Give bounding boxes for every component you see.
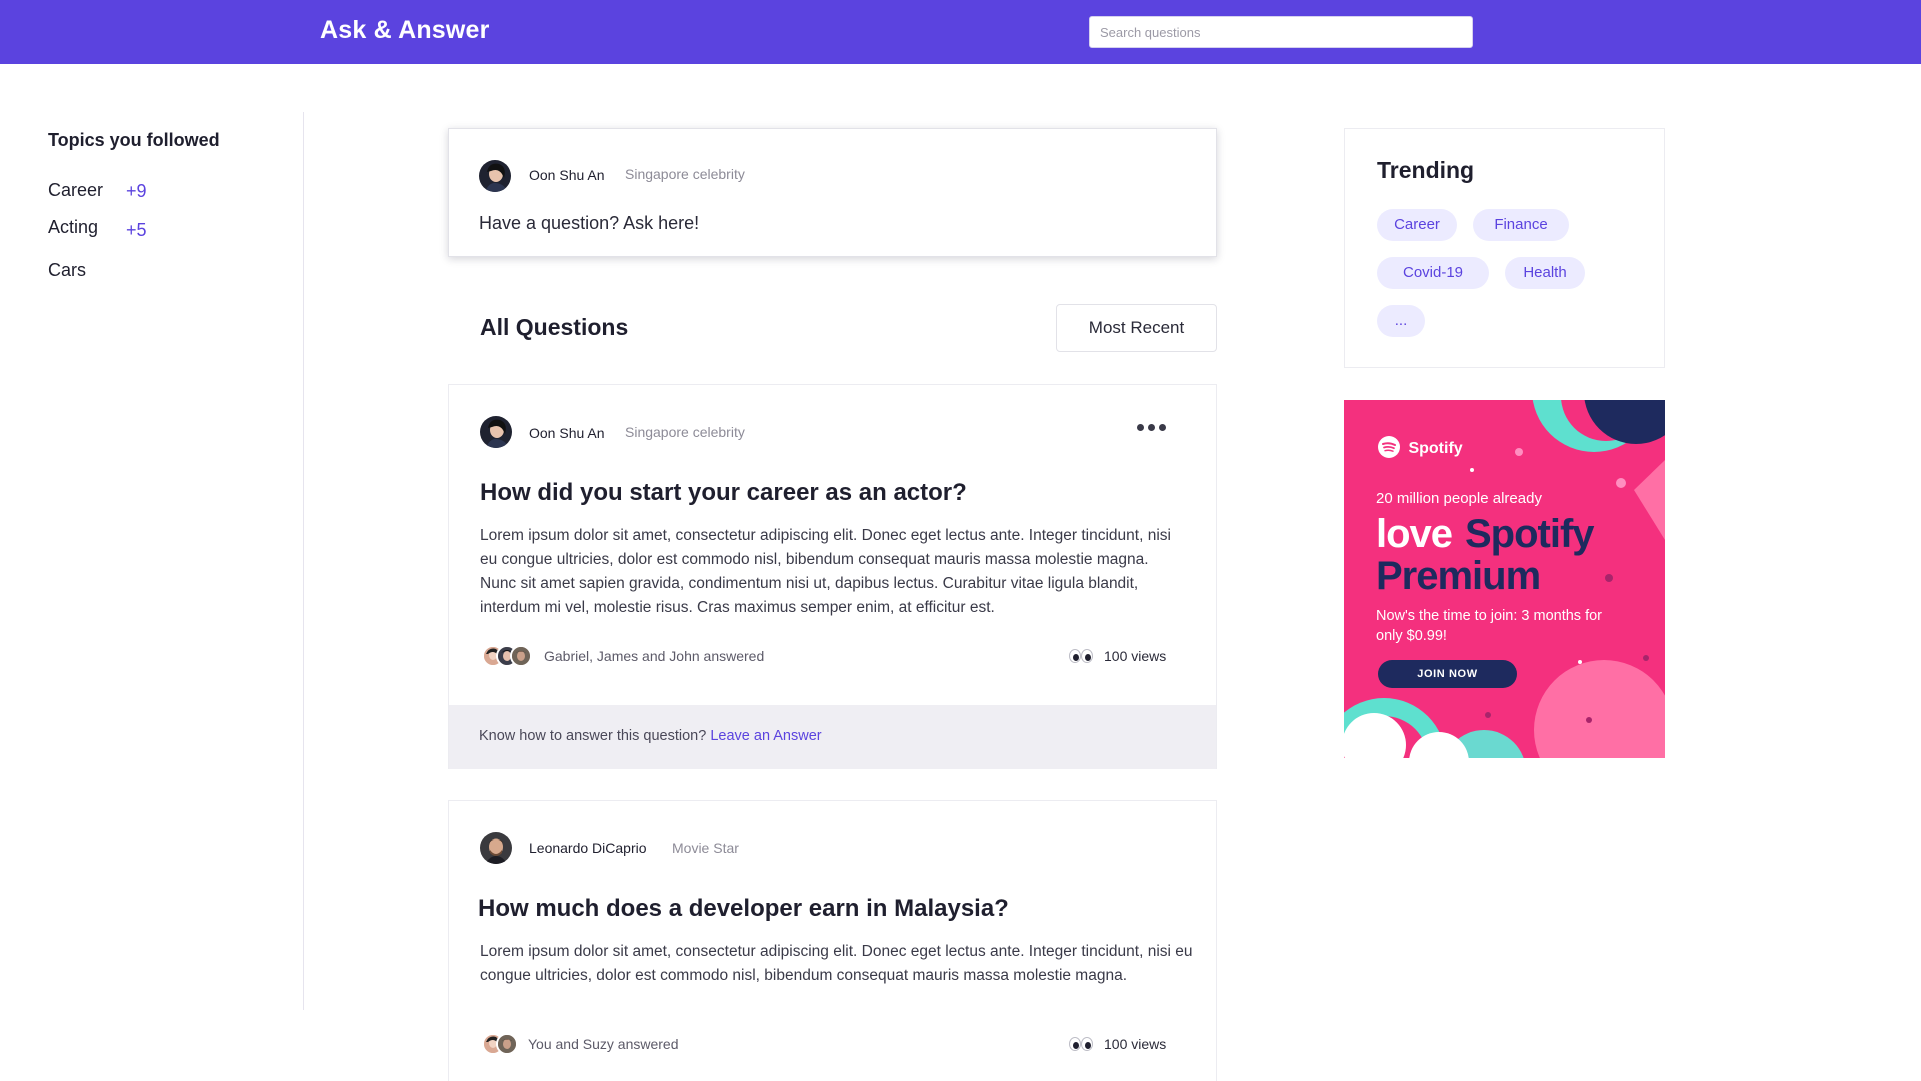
app-logo-title[interactable]: Ask & Answer [320,16,490,45]
author-name[interactable]: Oon Shu An [529,425,605,441]
ad-headline-premium: Premium [1376,554,1541,598]
more-options-icon[interactable] [1137,421,1169,435]
answer-prompt-text: Know how to answer this question? [479,728,707,744]
all-questions-heading: All Questions [480,314,629,340]
avatar [510,645,532,667]
answerer-avatars [482,1033,522,1055]
answer-prompt-bar: Know how to answer this question? Leave … [449,705,1216,769]
topic-label: Cars [48,260,87,280]
avatar[interactable] [480,416,512,448]
avatar[interactable] [479,160,511,192]
question-body: Lorem ipsum dolor sit amet, consectetur … [480,527,1171,616]
answerer-avatars [482,645,536,667]
topic-label: Acting [48,217,99,237]
sidebar-topic-cars[interactable]: Cars [48,260,248,286]
topic-new-count-badge: +9 [126,181,147,201]
sidebar-topic-acting[interactable]: Acting +5 [48,217,248,243]
sidebar-topic-career[interactable]: Career +9 [48,180,248,206]
spotify-icon [1378,436,1400,458]
leave-answer-link[interactable]: Leave an Answer [710,728,821,744]
avatar [496,1033,518,1055]
ad-tagline: 20 million people already [1376,490,1542,507]
view-count: 100 views [1104,1036,1167,1052]
author-name[interactable]: Oon Shu An [529,167,605,183]
topic-new-count-badge: +5 [126,220,147,240]
spotify-logo: Spotify [1378,436,1463,458]
spotify-advertisement[interactable]: Spotify 20 million people already love S… [1344,400,1665,758]
answer-prompt-row: Know how to answer this question? Leave … [479,728,822,744]
trending-tag-health[interactable]: Health [1505,257,1585,289]
avatar[interactable] [480,832,512,864]
author-name[interactable]: Leonardo DiCaprio [529,840,647,856]
ad-offer-text: Now's the time to join: 3 months for onl… [1376,608,1603,644]
author-role: Singapore celebrity [625,424,745,440]
trending-tag-covid-19[interactable]: Covid-19 [1377,257,1489,289]
top-navigation-bar: Ask & Answer [0,0,1921,64]
author-role: Movie Star [672,840,739,856]
trending-more-button[interactable]: ... [1377,305,1425,337]
ad-headline-spotify: Spotify [1465,512,1595,556]
ad-headline-love: love [1376,512,1453,556]
question-card: Oon Shu An Singapore celebrity How did y… [448,384,1217,769]
trending-panel: Trending Career Finance Covid-19 Health … [1344,128,1665,368]
question-card: Leonardo DiCaprio Movie Star How much do… [448,800,1217,1081]
view-count: 100 views [1104,648,1167,664]
ask-question-prompt[interactable]: Have a question? Ask here! [479,213,699,234]
sidebar-title: Topics you followed [48,130,220,150]
join-now-button[interactable]: JOIN NOW [1378,660,1517,688]
topic-label: Career [48,180,104,200]
answered-by-text: Gabriel, James and John answered [544,648,765,664]
trending-heading: Trending [1377,157,1475,183]
ask-question-composer[interactable]: Oon Shu An Singapore celebrity Have a qu… [448,128,1217,257]
sidebar-divider [303,112,304,1010]
followed-topics-sidebar: Topics you followed [48,130,288,151]
answered-by-text: You and Suzy answered [528,1036,679,1052]
sort-dropdown-button[interactable]: Most Recent [1056,304,1217,352]
question-body: Lorem ipsum dolor sit amet, consectetur … [480,943,1193,984]
question-title[interactable]: How did you start your career as an acto… [480,479,967,507]
trending-tag-finance[interactable]: Finance [1473,209,1569,241]
search-input[interactable] [1089,16,1473,48]
trending-tag-career[interactable]: Career [1377,209,1457,241]
eyes-icon [1069,1037,1095,1051]
question-title[interactable]: How much does a developer earn in Malays… [478,895,1009,923]
eyes-icon [1069,649,1095,663]
author-role: Singapore celebrity [625,166,745,182]
ad-brand-name: Spotify [1408,440,1463,457]
